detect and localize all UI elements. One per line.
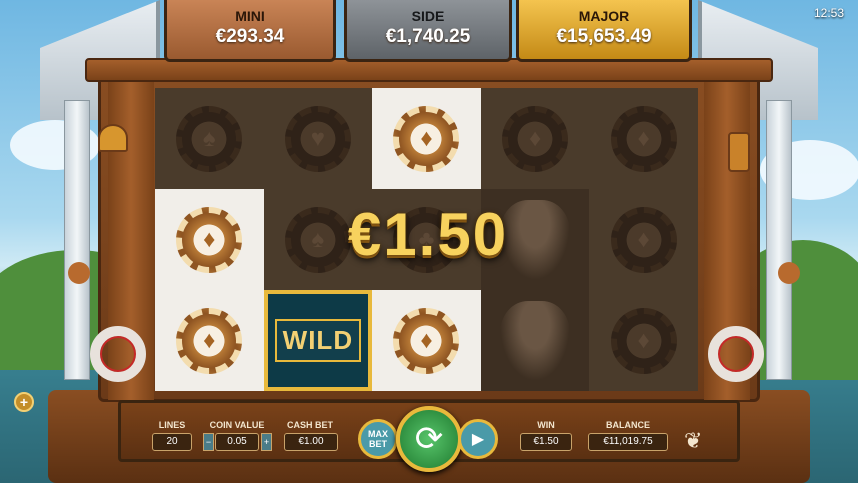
diamond-chip-icon: ♦ (610, 206, 677, 273)
refresh-icon: ⟳ (414, 420, 444, 458)
jackpot-mini-label: MINI (235, 8, 265, 24)
reel-cell: ♥ (263, 88, 373, 189)
diamond-chip-icon: ♦ (393, 307, 460, 374)
max-bet-button[interactable]: MAX BET (358, 419, 398, 459)
jackpot-major-value: €15,653.49 (556, 26, 652, 47)
reel-cell-highlighted: ♦ (372, 88, 481, 189)
reel-cell-highlighted: ♦ (155, 189, 264, 290)
coin-increase-button[interactable]: + (261, 433, 272, 451)
win-amount-overlay: €1.50 (347, 201, 509, 268)
balance-label: BALANCE (606, 420, 650, 430)
wild-symbol: WILD (274, 319, 362, 362)
reel-cell-highlighted: ♦ (155, 290, 264, 391)
lines-value: 20 (152, 433, 192, 451)
coin-value-label: COIN VALUE (209, 420, 265, 430)
reel-cell-highlighted: ♦ (372, 290, 481, 391)
jackpot-side: SIDE €1,740.25 (344, 0, 512, 62)
jackpot-side-label: SIDE (411, 8, 445, 24)
cash-bet-label: CASH BET (286, 420, 333, 430)
reel-cell: ♠ (155, 88, 264, 189)
reel-cell: ♦ (589, 88, 698, 189)
jackpot-major: MAJOR €15,653.49 (516, 0, 692, 62)
win-value: €1.50 (520, 433, 572, 451)
spade-chip-icon: ♠ (176, 105, 243, 172)
jackpot-mini: MINI €293.34 (164, 0, 336, 62)
heart-chip-icon: ♥ (284, 105, 351, 172)
bell-icon (98, 124, 128, 152)
balance-value: €11,019.75 (588, 433, 668, 451)
jackpot-side-value: €1,740.25 (385, 26, 471, 47)
autoplay-button[interactable]: ▶ (458, 419, 498, 459)
jackpot-major-label: MAJOR (578, 8, 630, 24)
plus-icon[interactable]: + (14, 392, 34, 412)
coin-value-field: 0.05 (215, 433, 259, 451)
diamond-chip-icon: ♦ (610, 307, 677, 374)
play-icon: ▶ (471, 431, 485, 448)
win-label: WIN (537, 420, 555, 430)
bird-icon (778, 262, 800, 284)
diamond-chip-icon: ♦ (393, 105, 460, 172)
lantern-icon (728, 132, 750, 172)
life-buoy-icon (90, 326, 146, 382)
diamond-chip-icon: ♦ (176, 307, 243, 374)
bird-icon (68, 262, 90, 284)
agent-symbol-icon (500, 300, 571, 381)
coin-decrease-button[interactable]: − (203, 433, 214, 451)
diamond-chip-icon: ♦ (610, 105, 677, 172)
yggdrasil-logo-icon: ❦ (684, 428, 703, 453)
reel-cell (480, 290, 590, 391)
lines-label: LINES (158, 420, 186, 430)
jackpot-mini-value: €293.34 (215, 26, 285, 47)
reel-cell: ♦ (480, 88, 590, 189)
diamond-chip-icon: ♦ (502, 105, 569, 172)
pillar-left (64, 100, 90, 380)
reel-cell: ♦ (589, 189, 698, 290)
reel-cell-wild: WILD (263, 290, 373, 391)
diamond-chip-icon: ♦ (176, 206, 243, 273)
cash-bet-value: €1.00 (284, 433, 338, 451)
pillar-right (766, 100, 792, 380)
clock: 12:53 (813, 6, 844, 20)
reel-cell: ♦ (589, 290, 698, 391)
life-buoy-icon (708, 326, 764, 382)
spin-button[interactable]: ⟳ (396, 406, 462, 472)
